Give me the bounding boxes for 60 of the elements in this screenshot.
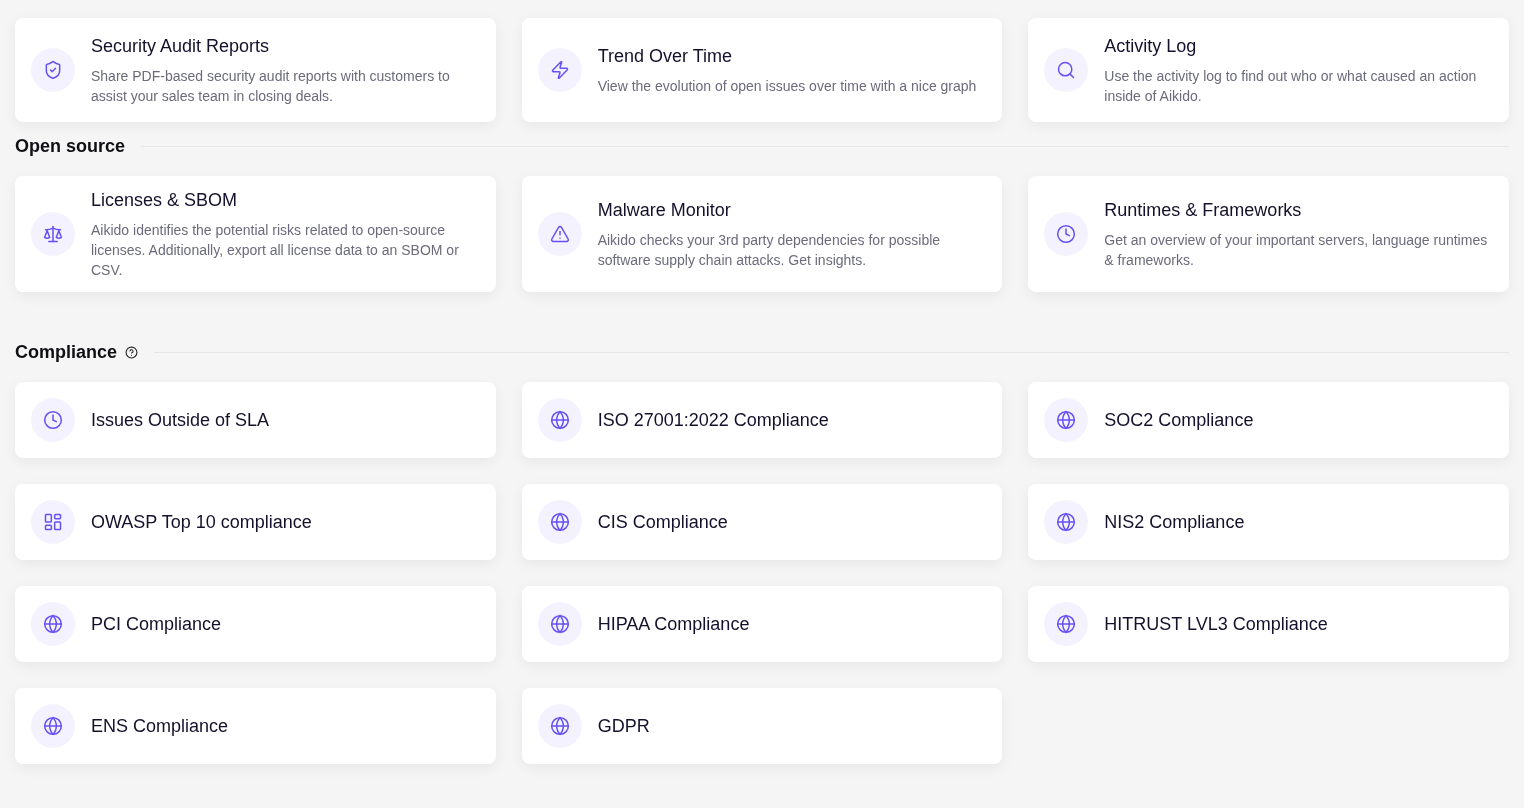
- feature-card[interactable]: OWASP Top 10 compliance: [15, 484, 496, 560]
- card-title: HIPAA Compliance: [597, 613, 750, 636]
- card-title: HITRUST LVL3 Compliance: [1104, 613, 1328, 636]
- layout-icon: [43, 512, 63, 532]
- feature-card[interactable]: Malware Monitor Aikido checks your 3rd party dependencies for possible software supply chain attacks. Get insights.: [521, 176, 1003, 292]
- card-description: View the evolution of open issues over time with a nice graph: [597, 77, 977, 96]
- globe-icon: [549, 512, 570, 532]
- feature-card[interactable]: ISO 27001:2022 Compliance: [521, 382, 1003, 458]
- card-title: NIS2 Compliance: [1104, 511, 1245, 534]
- card-title: Runtimes & Frameworks: [1104, 199, 1303, 222]
- feature-card[interactable]: HIPAA Compliance: [521, 586, 1003, 662]
- feature-card[interactable]: Licenses & SBOM Aikido identifies the potential risks related to open-source licenses. Additionally, export all license data to an SBOM or CSV.: [15, 176, 496, 292]
- globe-icon: [43, 614, 63, 634]
- card-title: GDPR: [597, 715, 650, 738]
- feature-card[interactable]: Issues Outside of SLA: [15, 382, 496, 458]
- shield-check-icon: [43, 60, 63, 80]
- clock-icon: [43, 410, 63, 430]
- card-title: CIS Compliance: [597, 511, 728, 534]
- feature-card[interactable]: Trend Over Time View the evolution of open issues over time with a nice graph: [521, 18, 1003, 122]
- card-title: PCI Compliance: [91, 613, 222, 636]
- feature-card[interactable]: GDPR: [521, 688, 1003, 764]
- feature-card[interactable]: NIS2 Compliance: [1028, 484, 1509, 560]
- help-icon[interactable]: [125, 345, 139, 359]
- globe-icon: [43, 716, 63, 736]
- feature-card[interactable]: ENS Compliance: [15, 688, 496, 764]
- card-description: Aikido identifies the potential risks related to open-source licenses. Additionally, export all license data to an SBOM or CSV.: [91, 221, 460, 280]
- globe-icon: [1056, 512, 1077, 532]
- feature-card[interactable]: Security Audit Reports Share PDF-based security audit reports with customers to assist your sales team in closing deals.: [15, 18, 496, 122]
- card-title: Trend Over Time: [597, 45, 734, 68]
- globe-icon: [549, 410, 570, 430]
- card-title: Malware Monitor: [597, 199, 732, 222]
- card-title: Activity Log: [1104, 35, 1198, 58]
- globe-icon: [549, 614, 570, 634]
- search-icon: [1056, 60, 1077, 80]
- feature-card[interactable]: Runtimes & Frameworks Get an overview of your important servers, language runtimes & frameworks.: [1028, 176, 1509, 292]
- card-title: Issues Outside of SLA: [91, 409, 270, 432]
- card-title: SOC2 Compliance: [1104, 409, 1254, 432]
- card-title: Licenses & SBOM: [91, 189, 239, 212]
- feature-card[interactable]: HITRUST LVL3 Compliance: [1028, 586, 1509, 662]
- card-description: Get an overview of your important servers, language runtimes & frameworks.: [1104, 231, 1489, 270]
- globe-icon: [549, 716, 570, 736]
- card-title: ISO 27001:2022 Compliance: [597, 409, 829, 432]
- feature-card[interactable]: SOC2 Compliance: [1028, 382, 1509, 458]
- feature-card[interactable]: Activity Log Use the activity log to find out who or what caused an action inside of Aikido.: [1028, 18, 1509, 122]
- card-title: OWASP Top 10 compliance: [91, 511, 312, 534]
- scale-icon: [43, 224, 63, 244]
- lightning-icon: [549, 60, 570, 80]
- card-description: Share PDF-based security audit reports with customers to assist your sales team in closing deals.: [91, 67, 451, 106]
- card-description: Use the activity log to find out who or what caused an action inside of Aikido.: [1104, 67, 1478, 106]
- section-heading: Open source: [15, 134, 126, 158]
- globe-icon: [1056, 614, 1077, 634]
- warning-triangle-icon: [549, 224, 570, 244]
- card-description: Aikido checks your 3rd party dependencies for possible software supply chain attacks. Get insights.: [597, 231, 942, 270]
- globe-icon: [1056, 410, 1077, 430]
- card-title: ENS Compliance: [91, 715, 229, 738]
- card-title: Security Audit Reports: [91, 35, 271, 58]
- section-heading: Compliance: [15, 340, 118, 364]
- feature-card[interactable]: PCI Compliance: [15, 586, 496, 662]
- clock-icon: [1056, 224, 1077, 244]
- feature-card[interactable]: CIS Compliance: [521, 484, 1003, 560]
